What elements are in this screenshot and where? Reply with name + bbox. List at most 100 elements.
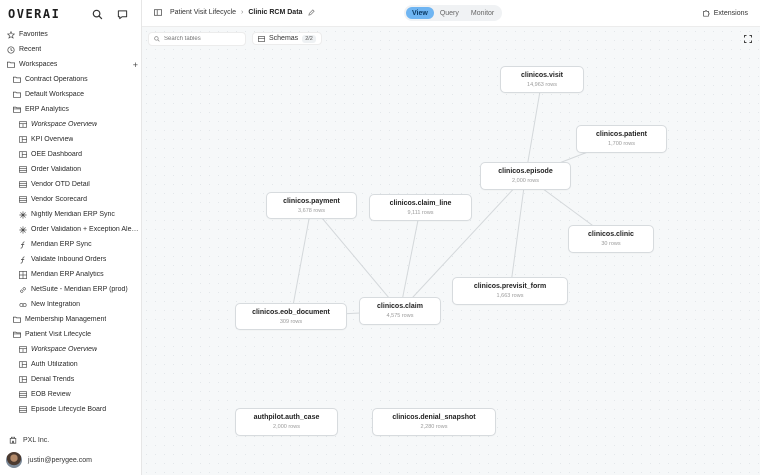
row-count: 9,111 rows [407, 210, 434, 216]
table-name: clinicos.episode [498, 168, 553, 175]
sidebar-item-patient-visit-lifecycle[interactable]: Patient Visit Lifecycle [0, 327, 142, 342]
link-icon [19, 286, 27, 294]
sidebar-item-label: NetSuite - Meridian ERP (prod) [31, 286, 128, 293]
sidebar-item-order-validation-exception-ale[interactable]: Order Validation + Exception Ale… [0, 222, 142, 237]
sidebar-item-label: Validate Inbound Orders [31, 256, 107, 263]
row-count: 1,700 rows [608, 141, 635, 147]
extensions-button[interactable]: Extensions [702, 9, 748, 17]
search-tables[interactable] [148, 32, 246, 46]
sidebar-item-episode-lifecycle-board[interactable]: Episode Lifecycle Board [0, 402, 142, 417]
table-node-claim[interactable]: clinicos.claim 4,575 rows [359, 297, 441, 325]
sidebar-item-recent[interactable]: Recent [0, 42, 142, 57]
sync-icon [19, 210, 27, 219]
table-name: clinicos.claim_line [389, 200, 452, 207]
table-node-clinic[interactable]: clinicos.clinic 30 rows [568, 225, 654, 253]
breadcrumb-parent[interactable]: Patient Visit Lifecycle [170, 9, 236, 16]
table-node-patient[interactable]: clinicos.patient 1,700 rows [576, 125, 667, 153]
sync-icon [19, 225, 27, 234]
table-node-auth-case[interactable]: authpilot.auth_case 2,000 rows [235, 408, 338, 436]
sidebar-item-default-workspace[interactable]: Default Workspace [0, 87, 142, 102]
sidebar-item-label: Vendor OTD Detail [31, 181, 90, 188]
table-name: clinicos.clinic [588, 231, 634, 238]
view-mode-tabs: View Query Monitor [404, 5, 503, 21]
table-node-payment[interactable]: clinicos.payment 3,678 rows [266, 192, 357, 219]
search-icon[interactable] [90, 7, 104, 21]
fit-view-icon[interactable] [744, 35, 752, 43]
schema-canvas[interactable]: Schemas 2/2 clinicos.visit14,963 rows cli… [142, 27, 760, 475]
sidebar-item-nightly-meridian-erp-sync[interactable]: Nightly Meridian ERP Sync [0, 207, 142, 222]
sidebar-item-validate-inbound-orders[interactable]: Validate Inbound Orders [0, 252, 142, 267]
dashboard-icon [19, 361, 27, 369]
user-menu[interactable]: justin@perygee.com [6, 452, 92, 468]
table-name: clinicos.previsit_form [473, 283, 547, 290]
user-email: justin@perygee.com [28, 456, 92, 464]
tab-view[interactable]: View [406, 7, 434, 19]
add-workspace-button[interactable]: + [133, 60, 138, 70]
sidebar-item-label: EOB Review [31, 391, 71, 398]
tab-monitor[interactable]: Monitor [465, 7, 500, 19]
dashboard-icon [19, 376, 27, 384]
table-node-eob-document[interactable]: clinicos.eob_document 309 rows [235, 303, 347, 330]
sidebar-item-label: Patient Visit Lifecycle [25, 331, 92, 338]
table-name: clinicos.payment [283, 198, 340, 205]
sidebar-item-meridian-erp-analytics[interactable]: Meridian ERP Analytics [0, 267, 142, 282]
building-icon [9, 436, 17, 444]
row-count: 30 rows [601, 241, 621, 247]
sidebar-item-new-integration[interactable]: New Integration [0, 297, 142, 312]
sidebar-item-meridian-erp-sync[interactable]: Meridian ERP Sync [0, 237, 142, 252]
folder-open-icon [13, 106, 21, 114]
table-icon [19, 196, 27, 204]
sidebar-item-denial-trends[interactable]: Denial Trends [0, 372, 142, 387]
breadcrumb-separator: › [241, 9, 244, 16]
edge-claim_line-claim [399, 207, 421, 312]
grid-icon [19, 270, 27, 279]
sidebar-item-eob-review[interactable]: EOB Review [0, 387, 142, 402]
edge-payment-claim [311, 205, 401, 312]
breadcrumb-current: Clinic RCM Data [248, 9, 303, 16]
table-node-previsit-form[interactable]: clinicos.previsit_form 1,663 rows [452, 277, 568, 305]
sidebar-item-contract-operations[interactable]: Contract Operations [0, 72, 142, 87]
sidebar-item-workspace-overview[interactable]: Workspace Overview [0, 117, 142, 132]
tab-query[interactable]: Query [434, 7, 465, 19]
folder-icon [13, 91, 21, 99]
sidebar-item-vendor-scorecard[interactable]: Vendor Scorecard [0, 192, 142, 207]
table-node-visit[interactable]: clinicos.visit 14,963 rows [500, 66, 584, 93]
folder-icon [7, 61, 15, 69]
dashboard-icon [19, 136, 27, 144]
sidebar-item-label: OEE Dashboard [31, 151, 82, 158]
edge-episode-previsit_form [509, 175, 526, 292]
org-switcher[interactable]: PXL Inc. [9, 436, 49, 444]
sidebar-item-label: Membership Management [25, 316, 107, 323]
row-count: 2,000 rows [512, 178, 539, 184]
folder-open-icon [13, 331, 21, 339]
table-name: clinicos.patient [596, 131, 647, 138]
pencil-icon[interactable] [308, 9, 316, 16]
table-node-denial-snapshot[interactable]: clinicos.denial_snapshot 2,280 rows [372, 408, 496, 436]
integration-icon [19, 301, 27, 309]
sidebar-item-label: Recent [19, 46, 42, 53]
sidebar-item-netsuite-meridian-erp-prod[interactable]: NetSuite - Meridian ERP (prod) [0, 282, 142, 297]
sidebar-item-kpi-overview[interactable]: KPI Overview [0, 132, 142, 147]
sidebar-item-workspace-overview[interactable]: Workspace Overview [0, 342, 142, 357]
sidebar-item-order-validation[interactable]: Order Validation [0, 162, 142, 177]
sidebar-item-favorites[interactable]: Favorites [0, 27, 142, 42]
sidebar-item-label: Meridian ERP Analytics [31, 271, 104, 278]
sidebar-item-label: Order Validation [31, 166, 82, 173]
table-name: authpilot.auth_case [253, 414, 320, 421]
sidebar-item-vendor-otd-detail[interactable]: Vendor OTD Detail [0, 177, 142, 192]
folder-icon [13, 316, 21, 324]
sidebar-item-auth-utilization[interactable]: Auth Utilization [0, 357, 142, 372]
sidebar-item-oee-dashboard[interactable]: OEE Dashboard [0, 147, 142, 162]
table-node-episode[interactable]: clinicos.episode 2,000 rows [480, 162, 571, 190]
schemas-filter[interactable]: Schemas 2/2 [252, 32, 322, 45]
sidebar-item-workspaces[interactable]: Workspaces + [0, 57, 142, 72]
search-icon [154, 36, 160, 42]
sidebar-item-membership-management[interactable]: Membership Management [0, 312, 142, 327]
table-icon [19, 166, 27, 174]
search-tables-input[interactable] [164, 36, 244, 42]
top-bar: Patient Visit Lifecycle › Clinic RCM Dat… [142, 0, 760, 27]
sidebar-item-label: Contract Operations [25, 76, 88, 83]
sidebar-item-erp-analytics[interactable]: ERP Analytics [0, 102, 142, 117]
chat-icon[interactable] [115, 7, 129, 21]
table-node-claim-line[interactable]: clinicos.claim_line 9,111 rows [369, 194, 472, 221]
